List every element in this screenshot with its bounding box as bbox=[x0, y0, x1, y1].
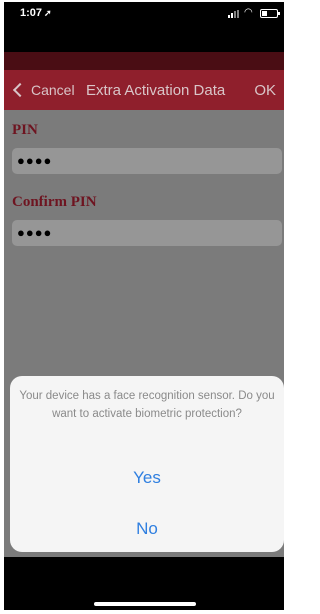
pin-label: PIN bbox=[12, 122, 38, 138]
biometric-dialog: Your device has a face recognition senso… bbox=[10, 376, 284, 552]
status-time-text: 1:07 bbox=[20, 7, 43, 19]
yes-button[interactable]: Yes bbox=[10, 468, 284, 488]
home-indicator[interactable] bbox=[94, 602, 196, 606]
battery-icon bbox=[260, 9, 280, 18]
confirm-pin-field[interactable]: ●●●● bbox=[12, 220, 282, 246]
cancel-label: Cancel bbox=[31, 82, 75, 98]
pin-field[interactable]: ●●●● bbox=[12, 148, 282, 174]
chevron-left-icon bbox=[12, 82, 28, 98]
header-band bbox=[4, 52, 284, 70]
status-bar: 1:07 ➚ ◠ bbox=[4, 2, 284, 24]
confirm-pin-label: Confirm PIN bbox=[12, 194, 97, 210]
page-title: Extra Activation Data bbox=[86, 82, 226, 99]
location-arrow-icon: ➚ bbox=[44, 8, 52, 18]
navigation-bar: Cancel Extra Activation Data OK bbox=[4, 70, 284, 110]
wifi-icon: ◠ bbox=[244, 7, 253, 18]
dialog-message: Your device has a face recognition senso… bbox=[19, 390, 275, 420]
cellular-signal-icon bbox=[228, 10, 242, 18]
cancel-button[interactable]: Cancel bbox=[12, 82, 75, 98]
ok-button[interactable]: OK bbox=[254, 82, 276, 99]
no-button[interactable]: No bbox=[10, 519, 284, 539]
phone-screen: 1:07 ➚ ◠ Cancel Extra Activation Data OK … bbox=[4, 2, 284, 610]
status-time: 1:07 ➚ bbox=[20, 7, 52, 19]
